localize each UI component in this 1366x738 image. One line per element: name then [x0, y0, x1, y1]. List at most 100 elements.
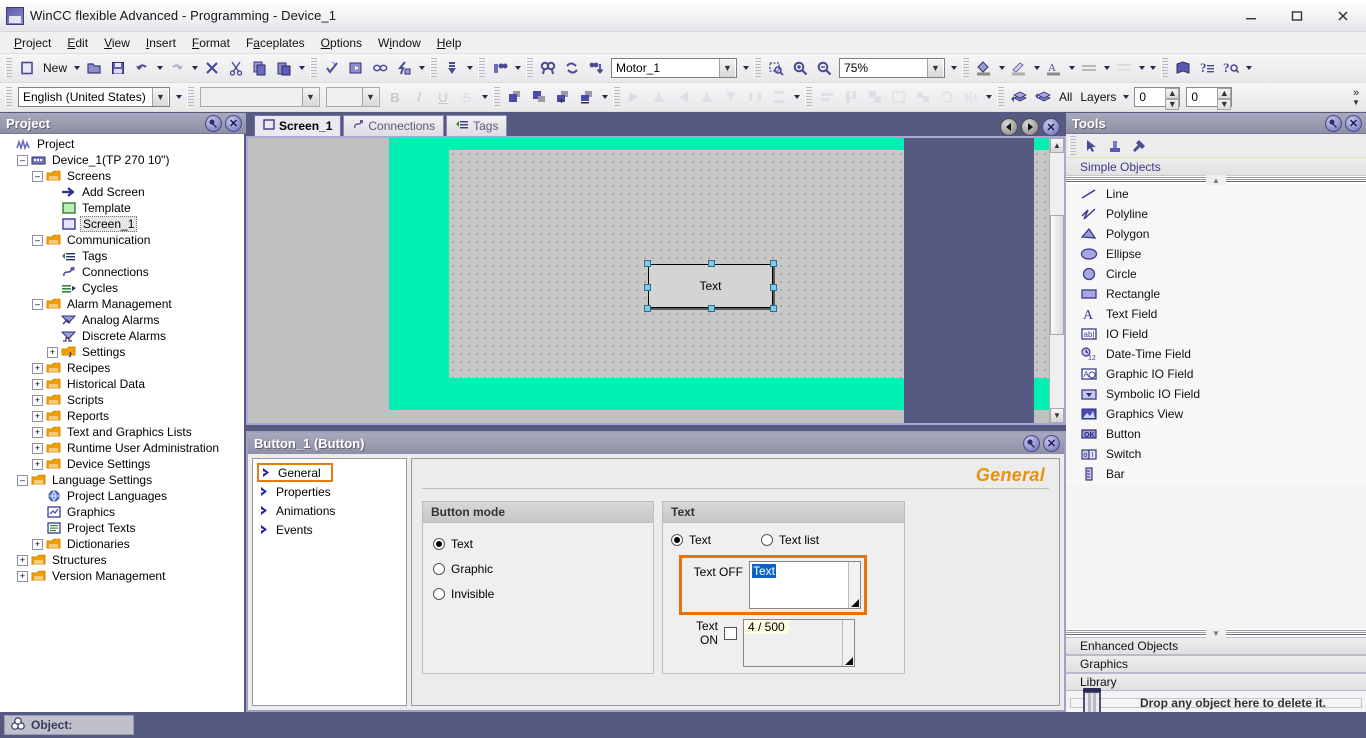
toolbar-grip-5[interactable]	[526, 58, 534, 78]
tool-item-ellipse[interactable]: Ellipse	[1066, 244, 1366, 264]
font-color-dropdown-icon[interactable]	[1066, 57, 1077, 79]
tree-item-alarm-management[interactable]: – Alarm Management	[2, 296, 244, 312]
expand-icon[interactable]: +	[32, 458, 43, 470]
cut-icon[interactable]	[224, 57, 248, 80]
radio-button-mode-graphic[interactable]: Graphic	[433, 556, 643, 581]
align-right-icon[interactable]	[671, 86, 695, 109]
tree-item-dictionaries[interactable]: + Dictionaries	[2, 536, 244, 552]
toolbar-grip-9[interactable]	[5, 87, 12, 107]
strikethrough-button[interactable]: S	[455, 86, 479, 109]
project-tree-body[interactable]: Project – Device_1(TP 270 10") – Screens Add …	[0, 134, 246, 712]
help-overflow-icon[interactable]	[1243, 57, 1254, 79]
tool-item-polyline[interactable]: Polyline	[1066, 204, 1366, 224]
ungroup-icon[interactable]	[911, 86, 935, 109]
resize-handle-sw[interactable]	[644, 305, 651, 312]
align-left-icon[interactable]	[623, 86, 647, 109]
resize-handle-se[interactable]	[770, 305, 777, 312]
tree-item-project-languages[interactable]: Project Languages	[2, 488, 244, 504]
redo-dropdown-icon[interactable]	[189, 57, 200, 79]
tree-item-reports[interactable]: + Reports	[2, 408, 244, 424]
fill-color-dropdown-icon[interactable]	[996, 57, 1007, 79]
tree-item-project[interactable]: Project	[2, 136, 244, 152]
toolbar-grip-7[interactable]	[962, 58, 970, 78]
distribute-v-icon[interactable]	[767, 86, 791, 109]
same-height-icon[interactable]	[839, 86, 863, 109]
scroll-down-arrow-icon[interactable]: ▼	[1050, 408, 1064, 423]
language-overflow-icon[interactable]	[173, 86, 184, 108]
collapse-icon[interactable]: –	[32, 298, 43, 310]
collapse-icon[interactable]: –	[32, 234, 43, 246]
tools-category-library[interactable]: Library	[1066, 673, 1366, 691]
tree-item-analog-alarms[interactable]: Analog Alarms	[2, 312, 244, 328]
delete-icon[interactable]	[200, 57, 224, 80]
menu-item-window[interactable]: Window	[370, 34, 429, 52]
tools-category-simple-objects[interactable]: Simple Objects	[1066, 158, 1366, 176]
spinner-down-icon[interactable]: ▼	[1165, 99, 1180, 110]
zoom-area-icon[interactable]	[764, 57, 788, 80]
tool-item-circle[interactable]: Circle	[1066, 264, 1366, 284]
resize-grip-icon[interactable]	[851, 599, 859, 607]
pin-icon[interactable]	[1023, 435, 1040, 452]
menu-item-view[interactable]: View	[96, 34, 138, 52]
chevron-down-icon[interactable]: ▼	[719, 59, 736, 77]
stamp-icon[interactable]	[1103, 134, 1127, 157]
properties-nav-general[interactable]: General	[257, 463, 333, 482]
tree-item-screen-1[interactable]: Screen_1	[2, 216, 244, 232]
tree-item-runtime-user-administration[interactable]: + Runtime User Administration	[2, 440, 244, 456]
tree-item-communication[interactable]: – Communication	[2, 232, 244, 248]
layers-label[interactable]: Layers	[1076, 90, 1120, 104]
find-icon[interactable]	[536, 57, 560, 80]
italic-button[interactable]: I	[407, 86, 431, 109]
toolbar-grip-4[interactable]	[478, 58, 486, 78]
paste-dropdown-icon[interactable]	[296, 57, 307, 79]
tool-item-symbolic-io-field[interactable]: Symbolic IO Field	[1066, 384, 1366, 404]
tree-item-add-screen[interactable]: Add Screen	[2, 184, 244, 200]
tools-category-enhanced-objects[interactable]: Enhanced Objects	[1066, 637, 1366, 655]
layer-up-icon[interactable]	[1007, 86, 1031, 109]
generate-icon[interactable]	[344, 57, 368, 80]
zoom-combo-overflow-icon[interactable]	[948, 57, 959, 79]
tag-combo[interactable]: Motor_1 ▼	[611, 58, 738, 78]
fill-style-icon[interactable]	[1112, 57, 1136, 80]
layer-spinner-1[interactable]: 0 ▲ ▼	[1134, 87, 1181, 110]
undo-icon[interactable]	[130, 57, 154, 80]
tree-item-tags[interactable]: Tags	[2, 248, 244, 264]
tree-item-project-texts[interactable]: Project Texts	[2, 520, 244, 536]
toolbar-grip-12[interactable]	[613, 87, 620, 107]
tools-splitter-bottom[interactable]: ▼	[1066, 628, 1366, 638]
tree-item-scripts[interactable]: + Scripts	[2, 392, 244, 408]
project-tree[interactable]: Project – Device_1(TP 270 10") – Screens Add …	[0, 134, 244, 584]
save-icon[interactable]	[106, 57, 130, 80]
close-button[interactable]	[1320, 0, 1366, 31]
arrange-overflow-icon[interactable]	[599, 86, 610, 108]
tool-item-graphics-view[interactable]: Graphics View	[1066, 404, 1366, 424]
tree-item-historical-data[interactable]: + Historical Data	[2, 376, 244, 392]
tab-connections[interactable]: Connections	[343, 115, 445, 136]
tag-combo-overflow-icon[interactable]	[740, 57, 751, 79]
properties-nav-properties[interactable]: Properties	[257, 482, 406, 501]
help-topic-icon[interactable]: ?	[1195, 57, 1219, 80]
radio-icon[interactable]	[433, 587, 445, 600]
tools-trash-area[interactable]: Drop any object here to delete it.	[1070, 687, 1362, 717]
font-size-combo[interactable]: ▼	[326, 87, 380, 107]
layer-down-icon[interactable]	[1031, 86, 1055, 109]
transfer-icon[interactable]	[392, 57, 416, 80]
open-icon[interactable]	[82, 57, 106, 80]
resize-handle-n[interactable]	[708, 260, 715, 267]
chevron-down-icon[interactable]: ▼	[362, 88, 378, 106]
undo-dropdown-icon[interactable]	[154, 57, 165, 79]
expand-icon[interactable]: +	[47, 346, 58, 358]
tree-item-version-management[interactable]: + Version Management	[2, 568, 244, 584]
collapse-icon[interactable]: –	[17, 154, 28, 166]
tab-screen-1[interactable]: Screen_1	[254, 115, 342, 136]
tree-item-connections[interactable]: Connections	[2, 264, 244, 280]
collapse-up-icon[interactable]: ▲	[1206, 175, 1226, 185]
toolbar-grip-8[interactable]	[1161, 58, 1169, 78]
align-bottom-icon[interactable]	[719, 86, 743, 109]
align-top-icon[interactable]	[695, 86, 719, 109]
tab-tags[interactable]: Tags	[446, 115, 508, 136]
close-icon[interactable]: ✕	[1042, 118, 1060, 136]
close-icon[interactable]: ✕	[1345, 114, 1362, 132]
spinner-up-icon[interactable]: ▲	[1165, 88, 1180, 99]
language-combo[interactable]: English (United States) ▼	[18, 87, 170, 107]
